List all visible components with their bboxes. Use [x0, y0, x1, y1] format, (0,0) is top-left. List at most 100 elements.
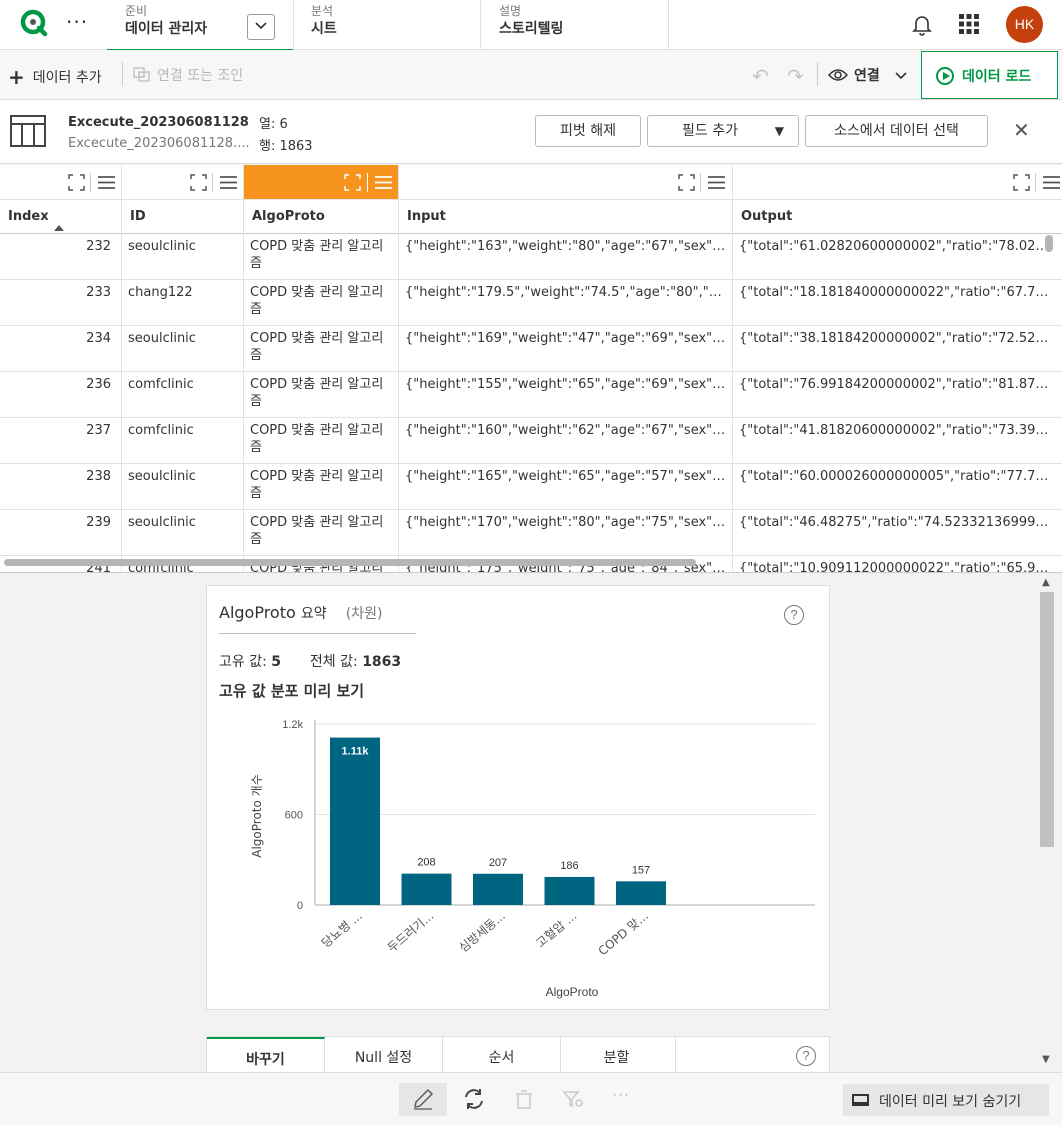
- add-field-button[interactable]: 필드 추가 ▼: [647, 115, 799, 147]
- table-cell[interactable]: {"total":"61.02820600000002","ratio":"78…: [733, 234, 1062, 280]
- table-cell[interactable]: {"total":"38.18184200000002","ratio":"72…: [733, 326, 1062, 372]
- more-menu-icon[interactable]: ···: [66, 10, 88, 34]
- edit-button[interactable]: [399, 1083, 447, 1116]
- horizontal-scrollbar[interactable]: [4, 559, 696, 566]
- table-cell[interactable]: chang122: [122, 280, 243, 326]
- nav-analyze[interactable]: 분석 시트: [294, 0, 481, 50]
- menu-icon[interactable]: [98, 175, 115, 190]
- table-cell[interactable]: {"total":"76.99184200000002","ratio":"81…: [733, 372, 1062, 418]
- nav-narrate[interactable]: 설명 스토리텔링: [481, 0, 669, 50]
- unique-values-label: 고유 값:: [219, 654, 267, 670]
- load-data-label: 데이터 로드: [962, 69, 1032, 85]
- more-icon[interactable]: ···: [612, 1085, 638, 1111]
- table-cell[interactable]: 238: [0, 464, 121, 510]
- table-cell[interactable]: {"height":"160","weight":"62","age":"67"…: [399, 418, 732, 464]
- menu-icon[interactable]: [1043, 175, 1060, 190]
- table-cell[interactable]: {"height":"155","weight":"65","age":"69"…: [399, 372, 732, 418]
- select-from-source-button[interactable]: 소스에서 데이터 선택: [805, 115, 988, 147]
- table-cell[interactable]: {"height":"169","weight":"47","age":"69"…: [399, 326, 732, 372]
- column-controls: [733, 165, 1062, 200]
- avatar[interactable]: HK: [1006, 6, 1043, 43]
- preview-area: ▲ ▼ AlgoProto 요약 (차원) ? 고유 값: 5 전체 값: 18…: [0, 574, 1062, 1072]
- table-cell[interactable]: COPD 맞춤 관리 알고리즘: [244, 418, 398, 464]
- vertical-scrollbar[interactable]: [1040, 592, 1054, 847]
- undo-icon[interactable]: ↶: [752, 64, 769, 88]
- table-cell[interactable]: seoulclinic: [122, 510, 243, 556]
- table-cell[interactable]: 237: [0, 418, 121, 464]
- table-cell[interactable]: COPD 맞춤 관리 알고리즘: [244, 326, 398, 372]
- menu-icon[interactable]: [708, 175, 725, 190]
- sort-ascending-icon: [54, 225, 64, 231]
- tab-split[interactable]: 분할: [558, 1037, 676, 1072]
- bar-value-label: 208: [417, 857, 435, 869]
- close-icon[interactable]: ✕: [1013, 118, 1030, 142]
- table-cell[interactable]: {"total":"41.81820600000002","ratio":"73…: [733, 418, 1062, 464]
- total-values-count: 1863: [362, 654, 402, 670]
- table-cell[interactable]: 236: [0, 372, 121, 418]
- join-button[interactable]: 연결 또는 조인: [133, 65, 243, 85]
- table-cell[interactable]: 232: [0, 234, 121, 280]
- unpivot-button[interactable]: 피벗 해제: [535, 115, 641, 147]
- expand-icon[interactable]: [678, 174, 695, 191]
- table-cell[interactable]: {"height":"163","weight":"80","age":"67"…: [399, 234, 732, 280]
- bell-icon[interactable]: [910, 12, 934, 36]
- table-cell[interactable]: {"total":"46.48275","ratio":"74.52332136…: [733, 510, 1062, 556]
- vertical-scrollbar[interactable]: [1045, 235, 1053, 252]
- table-cell[interactable]: seoulclinic: [122, 326, 243, 372]
- column-header-index[interactable]: Index: [0, 200, 121, 234]
- column-header-algoproto[interactable]: AlgoProto: [244, 200, 398, 234]
- table-cell[interactable]: comfclinic: [122, 418, 243, 464]
- scroll-down-icon[interactable]: ▼: [1042, 1054, 1050, 1065]
- load-data-button[interactable]: 데이터 로드: [921, 51, 1058, 99]
- column-id: ID seoulclinic chang122 seoulclinic comf…: [122, 165, 244, 572]
- table-cell[interactable]: seoulclinic: [122, 234, 243, 280]
- divider: [1035, 173, 1036, 192]
- table-cell[interactable]: COPD 맞춤 관리 알고리즘: [244, 280, 398, 326]
- filter-icon[interactable]: [560, 1086, 586, 1112]
- table-cell[interactable]: COPD 맞춤 관리 알고리즘: [244, 464, 398, 510]
- table-cell[interactable]: seoulclinic: [122, 464, 243, 510]
- tab-set-null[interactable]: Null 설정: [325, 1037, 443, 1072]
- table-cell[interactable]: COPD 맞춤 관리 알고리즘: [244, 234, 398, 280]
- column-header-input[interactable]: Input: [399, 200, 732, 234]
- bar-value-label: 157: [632, 864, 650, 876]
- connections-button[interactable]: 연결: [827, 65, 907, 85]
- column-header-output[interactable]: Output: [733, 200, 1062, 234]
- menu-icon[interactable]: [375, 175, 392, 190]
- scroll-up-icon[interactable]: ▲: [1042, 577, 1050, 588]
- delete-icon[interactable]: [511, 1086, 537, 1112]
- table-cell[interactable]: COPD 맞춤 관리 알고리즘: [244, 372, 398, 418]
- table-cell[interactable]: {"height":"170","weight":"80","age":"75"…: [399, 510, 732, 556]
- table-cell[interactable]: 234: [0, 326, 121, 372]
- redo-icon[interactable]: ↷: [787, 64, 804, 88]
- hide-data-preview-button[interactable]: 데이터 미리 보기 숨기기: [843, 1084, 1049, 1116]
- tab-replace[interactable]: 바꾸기: [207, 1037, 325, 1072]
- table-cell[interactable]: 233: [0, 280, 121, 326]
- expand-icon[interactable]: [190, 174, 207, 191]
- table-cell[interactable]: {"total":"10.909112000000022","ratio":"6…: [733, 556, 1062, 572]
- bar: [401, 873, 452, 905]
- table-cell[interactable]: comfclinic: [122, 372, 243, 418]
- add-data-button[interactable]: + 데이터 추가: [8, 65, 102, 89]
- table-cell[interactable]: COPD 맞춤 관리 알고리즘: [244, 510, 398, 556]
- chevron-down-icon[interactable]: [247, 14, 275, 40]
- help-icon[interactable]: ?: [796, 1046, 816, 1066]
- bar-value-label: 207: [489, 857, 507, 869]
- add-data-label: 데이터 추가: [32, 70, 102, 86]
- table-cell[interactable]: 239: [0, 510, 121, 556]
- table-cell[interactable]: {"height":"165","weight":"65","age":"57"…: [399, 464, 732, 510]
- help-icon[interactable]: ?: [784, 605, 804, 625]
- expand-icon[interactable]: [344, 174, 361, 191]
- qlik-logo[interactable]: [20, 9, 48, 37]
- column-algoproto: AlgoProto COPD 맞춤 관리 알고리즘 COPD 맞춤 관리 알고리…: [244, 165, 399, 572]
- refresh-icon[interactable]: [461, 1086, 487, 1112]
- app-grid-icon[interactable]: [958, 13, 980, 35]
- tab-order[interactable]: 순서: [443, 1037, 561, 1072]
- expand-icon[interactable]: [68, 174, 85, 191]
- expand-icon[interactable]: [1013, 174, 1030, 191]
- table-cell[interactable]: {"height":"179.5","weight":"74.5","age":…: [399, 280, 732, 326]
- table-cell[interactable]: {"total":"60.000026000000005","ratio":"7…: [733, 464, 1062, 510]
- menu-icon[interactable]: [220, 175, 237, 190]
- column-header-id[interactable]: ID: [122, 200, 243, 234]
- table-cell[interactable]: {"total":"18.181840000000022","ratio":"6…: [733, 280, 1062, 326]
